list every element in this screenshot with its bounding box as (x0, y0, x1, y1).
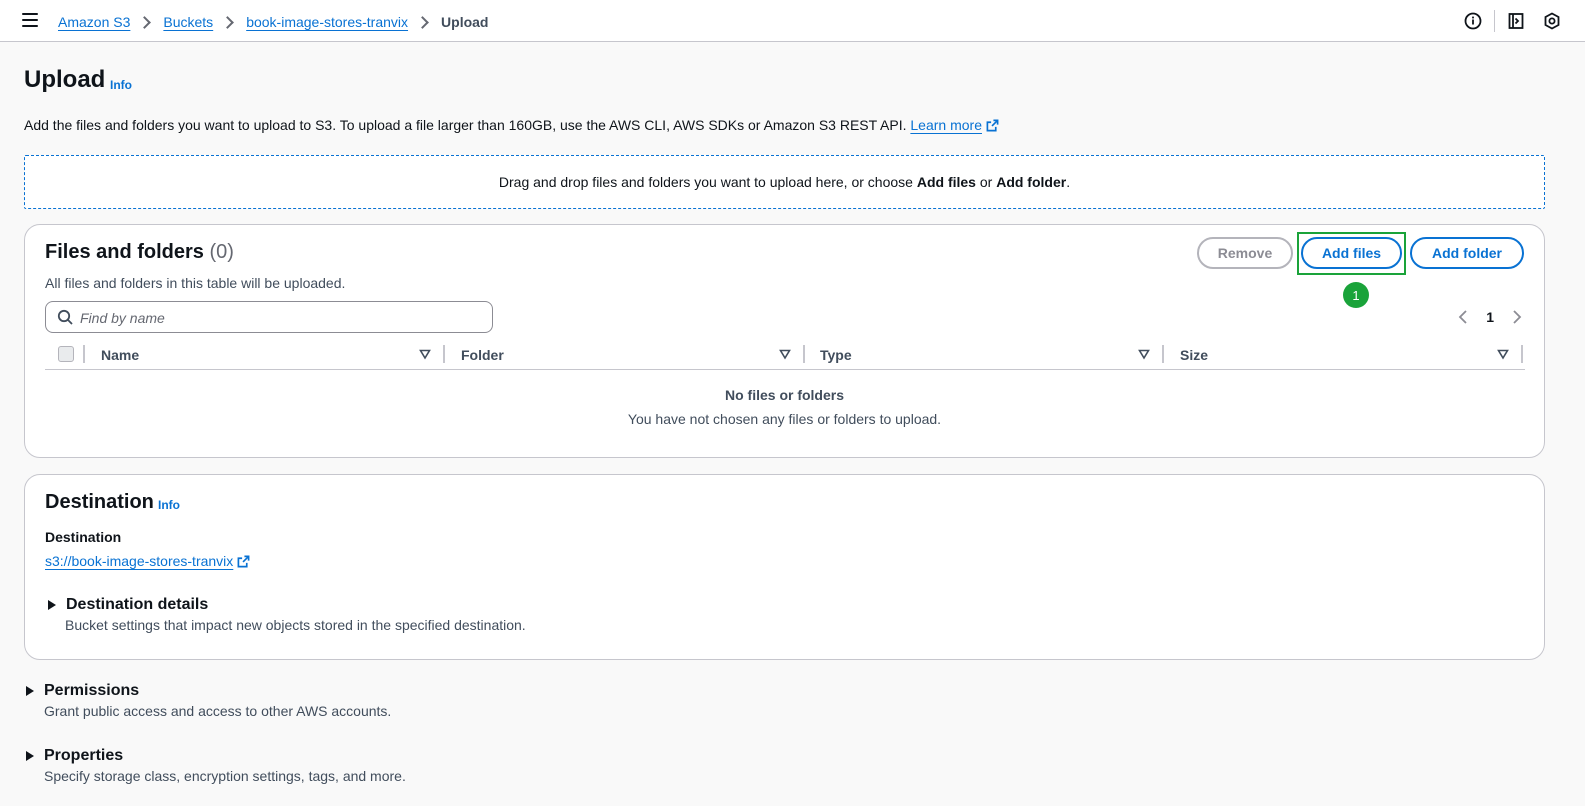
chevron-right-icon (221, 15, 235, 29)
add-files-button[interactable]: Add files (1301, 237, 1402, 269)
search-field[interactable] (45, 301, 493, 333)
breadcrumb: Amazon S3 Buckets book-image-stores-tran… (58, 12, 488, 32)
upload-dropzone[interactable]: Drag and drop files and folders you want… (24, 155, 1545, 209)
info-link[interactable]: Info (110, 78, 132, 92)
column-header-type[interactable]: Type (820, 347, 852, 363)
destination-details-expander[interactable]: Destination details (48, 596, 208, 614)
empty-state-subtitle: You have not chosen any files or folders… (627, 411, 942, 427)
dropzone-or: or (975, 174, 997, 190)
add-folder-button[interactable]: Add folder (1410, 237, 1524, 269)
properties-expander[interactable]: Properties (26, 747, 123, 765)
destination-title: Destination (45, 491, 154, 513)
caret-right-icon (48, 600, 56, 610)
dropzone-text: Drag and drop files and folders you want… (498, 174, 917, 190)
chevron-right-icon (138, 15, 152, 29)
top-icons (1462, 10, 1563, 32)
files-and-folders-panel: Files and folders (0) All files and fold… (24, 224, 1545, 458)
destination-details-subtitle: Bucket settings that impact new objects … (65, 617, 526, 633)
dropzone-period: . (1066, 174, 1071, 190)
breadcrumb-bucket[interactable]: book-image-stores-tranvix (246, 14, 408, 30)
files-subtitle: All files and folders in this table will… (45, 275, 346, 291)
files-title: Files and folders (0) (45, 241, 234, 264)
step-marker: 1 (1343, 282, 1369, 308)
select-all-checkbox[interactable] (58, 346, 74, 362)
destination-link-text: s3://book-image-stores-tranvix (45, 553, 234, 569)
pagination: 1 (1454, 308, 1526, 326)
page-description: Add the files and folders you want to up… (24, 117, 999, 133)
files-title-text: Files and folders (45, 241, 204, 263)
column-divider[interactable] (1162, 345, 1164, 363)
top-navigation: Amazon S3 Buckets book-image-stores-tran… (0, 0, 1585, 42)
sort-icon[interactable] (1497, 348, 1509, 360)
breadcrumb-current: Upload (441, 14, 489, 30)
breadcrumb-buckets[interactable]: Buckets (163, 14, 213, 30)
search-input[interactable] (80, 308, 480, 328)
column-header-name[interactable]: Name (101, 347, 139, 363)
properties-title: Properties (44, 747, 124, 764)
notes-icon[interactable] (1505, 10, 1527, 32)
dropzone-add-folder: Add folder (996, 174, 1067, 190)
caret-right-icon (26, 686, 34, 696)
dropzone-add-files: Add files (916, 174, 976, 190)
caret-right-icon (26, 751, 34, 761)
chevron-left-icon[interactable] (1454, 308, 1472, 326)
sort-icon[interactable] (419, 348, 431, 360)
search-icon (57, 309, 73, 325)
chevron-right-icon[interactable] (1508, 308, 1526, 326)
destination-panel: Destination Info Destination s3://book-i… (24, 474, 1545, 660)
learn-more-label: Learn more (910, 117, 982, 133)
breadcrumb-amazon-s3[interactable]: Amazon S3 (58, 14, 130, 30)
empty-state-title: No files or folders (724, 387, 845, 403)
menu-icon[interactable] (22, 13, 40, 29)
destination-details-title: Destination details (66, 596, 209, 613)
external-link-icon (237, 555, 250, 568)
column-header-size[interactable]: Size (1180, 347, 1208, 363)
cloudshell-icon[interactable] (1541, 10, 1563, 32)
destination-label: Destination (45, 529, 122, 545)
external-link-icon (986, 119, 999, 132)
sort-icon[interactable] (779, 348, 791, 360)
column-divider[interactable] (1521, 345, 1523, 363)
learn-more-link[interactable]: Learn more (910, 117, 999, 133)
column-divider[interactable] (803, 345, 805, 363)
column-divider[interactable] (443, 345, 445, 363)
info-circle-icon[interactable] (1462, 10, 1484, 32)
remove-button[interactable]: Remove (1197, 237, 1293, 269)
permissions-subtitle: Grant public access and access to other … (44, 703, 392, 719)
permissions-expander[interactable]: Permissions (26, 682, 139, 700)
files-count: (0) (209, 241, 234, 263)
page-title: Upload (24, 66, 106, 93)
divider (1494, 10, 1495, 32)
chevron-right-icon (416, 15, 429, 29)
properties-subtitle: Specify storage class, encryption settin… (44, 768, 406, 784)
destination-info-link[interactable]: Info (158, 498, 180, 512)
destination-link[interactable]: s3://book-image-stores-tranvix (45, 553, 250, 569)
column-divider (83, 345, 85, 363)
table-header: Name Folder Type Size (45, 344, 1525, 370)
page-number[interactable]: 1 (1486, 309, 1494, 325)
description-text: Add the files and folders you want to up… (24, 117, 907, 133)
column-header-folder[interactable]: Folder (461, 347, 504, 363)
sort-icon[interactable] (1138, 348, 1150, 360)
permissions-title: Permissions (44, 682, 140, 699)
